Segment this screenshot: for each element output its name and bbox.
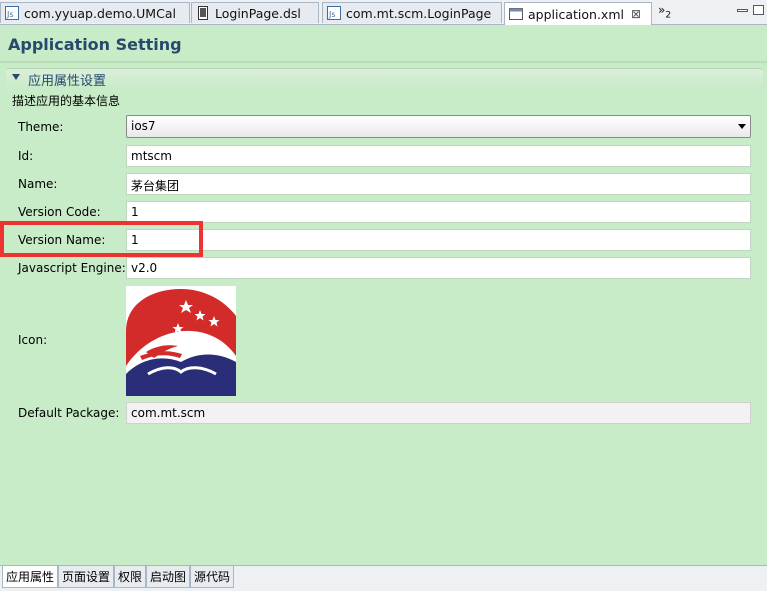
icon-label: Icon: (18, 333, 48, 347)
tab-permissions[interactable]: 权限 (114, 566, 146, 588)
default-package-field: com.mt.scm (126, 402, 751, 424)
tab-overflow-chevron[interactable]: »2 (658, 3, 671, 20)
tab-page-settings[interactable]: 页面设置 (58, 566, 114, 588)
version-name-label: Version Name: (18, 233, 106, 247)
xml-file-icon (509, 7, 523, 21)
tab-label: application.xml (528, 6, 624, 22)
tab-label: com.mt.scm.LoginPage (346, 5, 492, 21)
tab-mt-loginpage[interactable]: Js com.mt.scm.LoginPage (322, 2, 502, 23)
svg-text:Js: Js (6, 10, 14, 19)
name-field[interactable]: 茅台集团 (126, 173, 751, 195)
title-divider (0, 61, 767, 63)
tab-umcal[interactable]: Js com.yyuap.demo.UMCal (0, 2, 190, 23)
tab-loginpage-dsl[interactable]: LoginPage.dsl (191, 2, 319, 23)
tab-application-xml[interactable]: application.xml ⊠ (504, 2, 652, 25)
version-name-field[interactable]: 1 (126, 229, 751, 251)
app-icon-image[interactable] (126, 286, 236, 396)
close-tab-icon[interactable]: ⊠ (631, 7, 641, 21)
name-label: Name: (18, 177, 58, 191)
section-description: 描述应用的基本信息 (12, 94, 121, 108)
bottom-tab-bar: 应用属性 页面设置 权限 启动图 源代码 (0, 565, 767, 591)
tab-app-properties[interactable]: 应用属性 (2, 566, 58, 588)
collapse-triangle-icon[interactable] (12, 74, 20, 80)
js-file-icon: Js (327, 6, 341, 20)
js-file-icon: Js (5, 6, 19, 20)
minimize-icon[interactable] (737, 9, 748, 12)
id-field[interactable]: mtscm (126, 145, 751, 167)
maximize-icon[interactable] (753, 5, 764, 15)
page-title: Application Setting (8, 35, 182, 54)
tab-label: com.yyuap.demo.UMCal (24, 5, 176, 21)
theme-label: Theme: (18, 120, 64, 134)
theme-select-value: ios7 (131, 119, 156, 133)
form-editor: Application Setting 应用属性设置 描述应用的基本信息 The… (0, 25, 767, 565)
version-code-field[interactable]: 1 (126, 201, 751, 223)
section-title: 应用属性设置 (28, 74, 107, 89)
version-code-label: Version Code: (18, 205, 101, 219)
overflow-count: 2 (665, 10, 672, 21)
js-engine-label: Javascript Engine: (18, 261, 126, 275)
tab-splash[interactable]: 启动图 (146, 566, 190, 588)
js-engine-field[interactable]: v2.0 (126, 257, 751, 279)
svg-text:Js: Js (328, 10, 336, 19)
theme-select[interactable]: ios7 (126, 115, 751, 138)
editor-tab-bar: Js com.yyuap.demo.UMCal LoginPage.dsl Js… (0, 0, 767, 25)
section-header[interactable]: 应用属性设置 (6, 68, 763, 89)
dropdown-arrow-icon (738, 124, 746, 129)
tab-source[interactable]: 源代码 (190, 566, 234, 588)
default-package-label: Default Package: (18, 406, 120, 420)
id-label: Id: (18, 149, 34, 163)
tab-label: LoginPage.dsl (215, 5, 301, 21)
dsl-file-icon (196, 6, 210, 20)
